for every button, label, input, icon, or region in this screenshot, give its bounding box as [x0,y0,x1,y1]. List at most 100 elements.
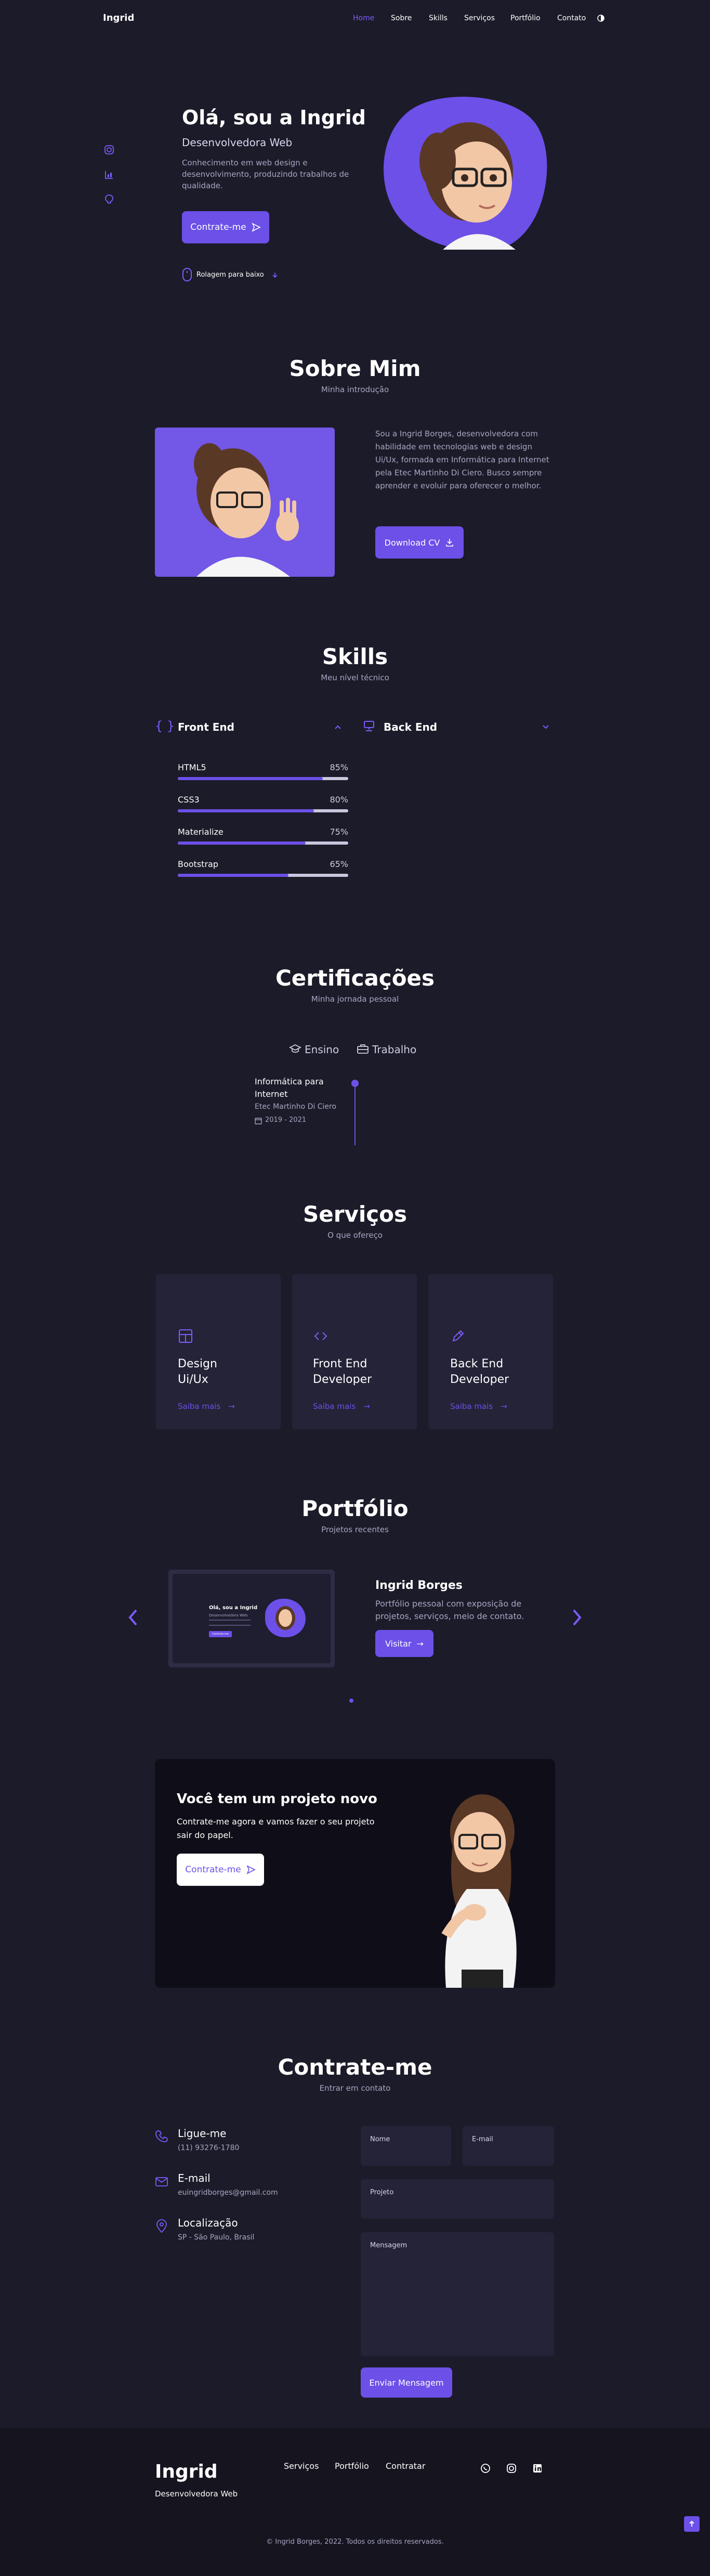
service-title-line1: Back End [450,1357,504,1370]
email-field[interactable]: E-mail [463,2126,554,2166]
skills-title: Skills [322,644,388,669]
github-icon[interactable] [104,194,114,204]
briefcase-icon [357,1044,369,1054]
message-field-label: Mensagem [370,2242,407,2249]
contact-title: Contrate-me [278,2054,432,2080]
contact-email: E-mail euingridborges@gmail.com [155,2172,311,2203]
contact-subtitle: Entrar em contato [319,2083,391,2093]
linkedin-icon[interactable] [532,2463,543,2474]
carousel-next-button[interactable] [571,1607,583,1628]
email-label: E-mail [178,2172,211,2184]
thumb-hero-lines [209,1620,251,1626]
saiba-mais-label: Saiba mais [313,1402,356,1411]
nav-link-contato[interactable]: Contato [557,14,586,22]
dribbble-icon[interactable] [104,170,114,180]
service-card[interactable]: Design Ui/Ux Saiba mais → [156,1274,281,1429]
message-field[interactable]: Mensagem [361,2232,554,2356]
hero-contratar-button[interactable]: Contrate-me [182,211,269,243]
hero-role: Desenvolvedora Web [182,136,293,149]
hero-title: Olá, sou a Ingrid [182,106,366,129]
nav-link-home[interactable]: Home [353,14,374,22]
instagram-icon[interactable] [506,2463,517,2474]
footer-link-servicos[interactable]: Serviços [284,2461,319,2471]
about-image [155,428,335,577]
portfolio-subtitle: Projetos recentes [321,1525,389,1534]
location-label: Localização [178,2217,238,2229]
braces-icon: { } [155,719,175,733]
project-description: Portfólio pessoal com exposição de proje… [375,1599,524,1621]
hero-description: Conhecimento em web design e desenvolvim… [182,158,349,190]
mouse-icon [182,268,192,281]
hero-contratar-label: Contrate-me [190,222,246,232]
carousel-prev-button[interactable] [127,1607,139,1628]
saiba-mais-label: Saiba mais [178,1402,221,1411]
download-icon [446,539,454,547]
theme-toggle-icon[interactable] [597,14,605,22]
arrow-right-icon: → [501,1402,507,1411]
nav-link-skills[interactable]: Skills [429,14,448,22]
certs-title: Certificações [275,965,435,991]
tab-trabalho[interactable]: Trabalho [357,1042,429,1057]
banner-avatar [425,1785,529,1988]
logo[interactable]: Ingrid [103,12,134,23]
service-card[interactable]: Back End Developer Saiba mais → [428,1274,553,1429]
tab-ensino[interactable]: Ensino [289,1042,351,1057]
service-card[interactable]: Front End Developer Saiba mais → [292,1274,417,1429]
footer-role: Desenvolvedora Web [155,2489,238,2499]
about-text: Sou a Ingrid Borges, desenvolvedora com … [375,429,549,490]
footer-logo[interactable]: Ingrid [155,2461,218,2482]
nav-link-portfolio[interactable]: Portfólio [510,14,541,22]
services-title: Serviços [303,1201,407,1227]
phone-value: (11) 93276-1780 [178,2144,240,2152]
project-thumbnail[interactable]: Olá, sou a Ingrid Desenvolvedora Web Con… [168,1570,335,1667]
skill-item: Materialize 75% [178,827,348,859]
email-field-label: E-mail [472,2135,493,2143]
whatsapp-icon[interactable] [480,2463,491,2474]
saiba-mais-label: Saiba mais [450,1402,493,1411]
download-cv-button[interactable]: Download CV [375,526,464,559]
name-field-label: Nome [370,2135,390,2143]
name-field[interactable]: Nome [361,2126,451,2166]
footer-link-contratar[interactable]: Contratar [386,2461,425,2471]
tab-ensino-label: Ensino [305,1043,339,1056]
banner-text: Contrate-me agora e vamos fazer o seu pr… [177,1817,375,1840]
navbar: Ingrid Home Sobre Skills Serviços Portfó… [0,0,710,37]
scroll-down[interactable]: Rolagem para baixo [182,267,296,283]
instagram-icon[interactable] [104,145,114,155]
arrow-right-icon: → [228,1402,235,1411]
visit-label: Visitar [385,1638,412,1649]
banner-contratar-button[interactable]: Contrate-me [177,1854,264,1886]
saiba-mais-link[interactable]: Saiba mais → [313,1401,370,1411]
skill-name: CSS3 [178,795,200,805]
nav-link-sobre[interactable]: Sobre [391,14,412,22]
email-value: euingridborges@gmail.com [178,2189,278,2197]
footer: Ingrid Desenvolvedora Web Serviços Portf… [0,2428,710,2576]
chevron-down-icon[interactable] [542,723,550,731]
carousel-dot[interactable] [349,1699,353,1703]
front-end-header[interactable]: { } Front End [155,719,347,736]
portfolio-title: Portfólio [301,1496,409,1521]
phone-icon [155,2130,168,2142]
scroll-top-button[interactable] [684,2516,700,2532]
certs-subtitle: Minha jornada pessoal [311,994,399,1004]
map-pin-icon [156,2219,167,2233]
visit-button[interactable]: Visitar → [375,1630,433,1657]
project-field[interactable]: Projeto [361,2179,554,2219]
saiba-mais-link[interactable]: Saiba mais → [450,1401,507,1411]
download-cv-label: Download CV [384,537,440,548]
footer-link-portfolio[interactable]: Portfólio [335,2461,369,2471]
nav-link-servicos[interactable]: Serviços [464,14,495,22]
about-subtitle: Minha introdução [321,385,389,394]
hero-avatar [380,94,552,251]
graduation-cap-icon [289,1044,301,1053]
chevron-up-icon[interactable] [334,723,342,731]
back-end-header[interactable]: Back End [363,719,555,736]
send-message-label: Enviar Mensagem [369,2377,444,2388]
skill-item: CSS3 80% [178,795,348,827]
timeline-line [354,1087,356,1145]
send-message-button[interactable]: Enviar Mensagem [361,2367,452,2398]
saiba-mais-link[interactable]: Saiba mais → [178,1401,235,1411]
skill-percent: 85% [330,762,348,772]
contact-phone: Ligue-me (11) 93276-1780 [155,2127,311,2158]
skill-item: HTML5 85% [178,762,348,795]
